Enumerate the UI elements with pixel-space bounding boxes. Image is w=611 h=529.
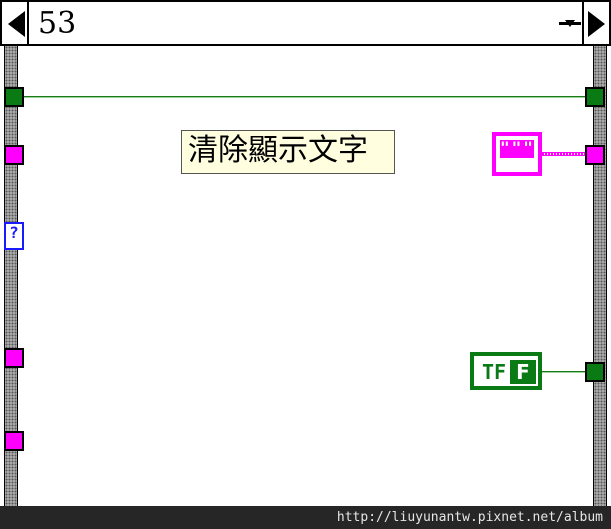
empty-string-constant[interactable]: """	[492, 132, 542, 176]
selector-divider-left	[27, 2, 29, 44]
boolean-output-tunnel-1[interactable]	[585, 87, 605, 107]
increment-arrow-icon[interactable]	[588, 11, 605, 37]
chevron-down-icon	[565, 20, 575, 27]
footer-bar: http://liuyunantw.pixnet.net/album	[0, 506, 611, 529]
comment-label[interactable]: 清除顯示文字	[181, 130, 395, 174]
case-selector-header: 53	[0, 0, 611, 46]
boolean-input-tunnel[interactable]	[4, 87, 24, 107]
question-mark-icon: ?	[9, 223, 19, 242]
decrement-arrow-icon[interactable]	[8, 11, 25, 37]
string-input-tunnel-2[interactable]	[4, 348, 24, 368]
false-value-label: F	[510, 360, 536, 384]
unknown-type-tunnel[interactable]: ?	[4, 222, 24, 250]
case-dropdown-button[interactable]	[559, 20, 581, 28]
case-frame-right-border[interactable]	[593, 46, 607, 506]
comment-text: 清除顯示文字	[188, 133, 368, 168]
string-output-tunnel[interactable]	[585, 145, 605, 165]
boolean-wire-output[interactable]	[542, 371, 585, 373]
boolean-output-tunnel-2[interactable]	[585, 362, 605, 382]
string-input-tunnel-1[interactable]	[4, 145, 24, 165]
watermark-url: http://liuyunantw.pixnet.net/album	[336, 510, 603, 525]
boolean-false-constant[interactable]: TF F	[470, 352, 542, 390]
quote-glyph-icon: """	[500, 138, 535, 157]
case-selector-value[interactable]: 53	[38, 6, 76, 42]
string-input-tunnel-3[interactable]	[4, 431, 24, 451]
string-wire[interactable]	[542, 152, 585, 156]
boolean-wire-passthrough[interactable]	[24, 96, 585, 98]
selector-divider-right	[582, 2, 584, 44]
tf-glyph-icon: TF	[482, 360, 507, 384]
